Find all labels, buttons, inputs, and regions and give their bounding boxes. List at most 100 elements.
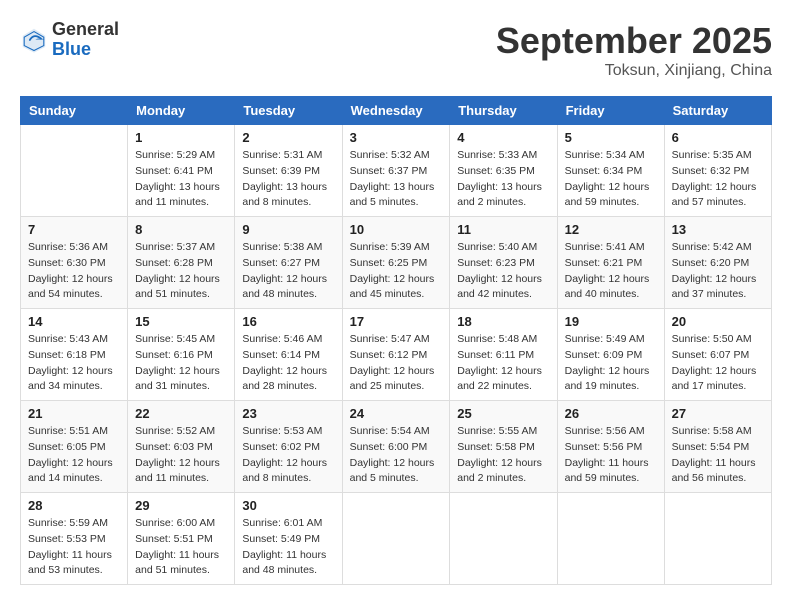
- calendar-table: Sunday Monday Tuesday Wednesday Thursday…: [20, 96, 772, 585]
- day-number: 29: [135, 498, 227, 513]
- calendar-cell: 16Sunrise: 5:46 AM Sunset: 6:14 PM Dayli…: [235, 309, 342, 401]
- day-info: Sunrise: 5:56 AM Sunset: 5:56 PM Dayligh…: [565, 424, 657, 487]
- calendar-cell: [342, 493, 450, 585]
- calendar-week-3: 14 Sunrise: 5:43 AM Sunset: 6:18 PM Dayli…: [21, 309, 772, 401]
- day-number: 21: [28, 406, 120, 421]
- logo-blue: Blue: [52, 40, 119, 60]
- day-info: Sunrise: 5:58 AM Sunset: 5:54 PM Dayligh…: [672, 424, 764, 487]
- header-tuesday: Tuesday: [235, 97, 342, 125]
- day-number: 13: [672, 222, 764, 237]
- day-number: 3: [350, 130, 443, 145]
- day-number: 17: [350, 314, 443, 329]
- day-info: Sunrise: 5:53 AM Sunset: 6:02 PM Dayligh…: [242, 424, 334, 487]
- calendar-cell: [21, 125, 128, 217]
- day-number: 25: [457, 406, 549, 421]
- calendar-cell: 6 Sunrise: 5:35 AM Sunset: 6:32 PM Daylig…: [664, 125, 771, 217]
- day-info: Sunrise: 5:51 AM Sunset: 6:05 PM Dayligh…: [28, 424, 120, 487]
- calendar-cell: [557, 493, 664, 585]
- day-info: Sunrise: 5:47 AM Sunset: 6:12 PM Dayligh…: [350, 332, 443, 395]
- day-info: Sunrise: 5:40 AM Sunset: 6:23 PM Dayligh…: [457, 240, 549, 303]
- calendar-week-1: 1 Sunrise: 5:29 AM Sunset: 6:41 PM Daylig…: [21, 125, 772, 217]
- calendar-cell: 19Sunrise: 5:49 AM Sunset: 6:09 PM Dayli…: [557, 309, 664, 401]
- day-info: Sunrise: 6:01 AM Sunset: 5:49 PM Dayligh…: [242, 516, 334, 579]
- calendar-cell: 30 Sunrise: 6:01 AM Sunset: 5:49 PM Dayli…: [235, 493, 342, 585]
- calendar-cell: 3 Sunrise: 5:32 AM Sunset: 6:37 PM Daylig…: [342, 125, 450, 217]
- calendar-cell: [664, 493, 771, 585]
- day-number: 15: [135, 314, 227, 329]
- calendar-cell: 25 Sunrise: 5:55 AM Sunset: 5:58 PM Dayli…: [450, 401, 557, 493]
- calendar-cell: 10 Sunrise: 5:39 AM Sunset: 6:25 PM Dayli…: [342, 217, 450, 309]
- day-info: Sunrise: 5:41 AM Sunset: 6:21 PM Dayligh…: [565, 240, 657, 303]
- calendar-cell: 29 Sunrise: 6:00 AM Sunset: 5:51 PM Dayli…: [128, 493, 235, 585]
- calendar-cell: 28 Sunrise: 5:59 AM Sunset: 5:53 PM Dayli…: [21, 493, 128, 585]
- day-number: 20: [672, 314, 764, 329]
- calendar-cell: 22Sunrise: 5:52 AM Sunset: 6:03 PM Dayli…: [128, 401, 235, 493]
- day-info: Sunrise: 5:39 AM Sunset: 6:25 PM Dayligh…: [350, 240, 443, 303]
- calendar-cell: 17 Sunrise: 5:47 AM Sunset: 6:12 PM Dayli…: [342, 309, 450, 401]
- day-number: 14: [28, 314, 120, 329]
- day-info: Sunrise: 5:55 AM Sunset: 5:58 PM Dayligh…: [457, 424, 549, 487]
- title-block: September 2025 Toksun, Xinjiang, China: [496, 20, 772, 80]
- day-info: Sunrise: 5:29 AM Sunset: 6:41 PM Dayligh…: [135, 148, 227, 211]
- day-info: Sunrise: 5:31 AM Sunset: 6:39 PM Dayligh…: [242, 148, 334, 211]
- calendar-cell: 13 Sunrise: 5:42 AM Sunset: 6:20 PM Dayli…: [664, 217, 771, 309]
- day-info: Sunrise: 5:48 AM Sunset: 6:11 PM Dayligh…: [457, 332, 549, 395]
- day-info: Sunrise: 5:34 AM Sunset: 6:34 PM Dayligh…: [565, 148, 657, 211]
- day-info: Sunrise: 5:43 AM Sunset: 6:18 PM Dayligh…: [28, 332, 120, 395]
- calendar-cell: 18 Sunrise: 5:48 AM Sunset: 6:11 PM Dayli…: [450, 309, 557, 401]
- day-info: Sunrise: 6:00 AM Sunset: 5:51 PM Dayligh…: [135, 516, 227, 579]
- day-info: Sunrise: 5:42 AM Sunset: 6:20 PM Dayligh…: [672, 240, 764, 303]
- calendar-cell: 5 Sunrise: 5:34 AM Sunset: 6:34 PM Daylig…: [557, 125, 664, 217]
- calendar-week-4: 21 Sunrise: 5:51 AM Sunset: 6:05 PM Dayli…: [21, 401, 772, 493]
- header-thursday: Thursday: [450, 97, 557, 125]
- day-number: 9: [242, 222, 334, 237]
- calendar-cell: 23 Sunrise: 5:53 AM Sunset: 6:02 PM Dayli…: [235, 401, 342, 493]
- day-number: 7: [28, 222, 120, 237]
- day-number: 1: [135, 130, 227, 145]
- calendar-header-row: Sunday Monday Tuesday Wednesday Thursday…: [21, 97, 772, 125]
- header-sunday: Sunday: [21, 97, 128, 125]
- calendar-cell: 24 Sunrise: 5:54 AM Sunset: 6:00 PM Dayli…: [342, 401, 450, 493]
- page-header: General Blue September 2025 Toksun, Xinj…: [20, 20, 772, 80]
- calendar-cell: 7 Sunrise: 5:36 AM Sunset: 6:30 PM Daylig…: [21, 217, 128, 309]
- day-number: 4: [457, 130, 549, 145]
- day-number: 30: [242, 498, 334, 513]
- day-number: 28: [28, 498, 120, 513]
- calendar-cell: 15Sunrise: 5:45 AM Sunset: 6:16 PM Dayli…: [128, 309, 235, 401]
- calendar-cell: 26 Sunrise: 5:56 AM Sunset: 5:56 PM Dayli…: [557, 401, 664, 493]
- day-info: Sunrise: 5:50 AM Sunset: 6:07 PM Dayligh…: [672, 332, 764, 395]
- logo-text: General Blue: [52, 20, 119, 60]
- day-info: Sunrise: 5:33 AM Sunset: 6:35 PM Dayligh…: [457, 148, 549, 211]
- calendar-cell: 8Sunrise: 5:37 AM Sunset: 6:28 PM Daylig…: [128, 217, 235, 309]
- day-number: 19: [565, 314, 657, 329]
- day-number: 8: [135, 222, 227, 237]
- logo: General Blue: [20, 20, 119, 60]
- day-number: 24: [350, 406, 443, 421]
- calendar-cell: [450, 493, 557, 585]
- header-friday: Friday: [557, 97, 664, 125]
- calendar-cell: 21 Sunrise: 5:51 AM Sunset: 6:05 PM Dayli…: [21, 401, 128, 493]
- day-number: 6: [672, 130, 764, 145]
- day-info: Sunrise: 5:59 AM Sunset: 5:53 PM Dayligh…: [28, 516, 120, 579]
- calendar-cell: 9 Sunrise: 5:38 AM Sunset: 6:27 PM Daylig…: [235, 217, 342, 309]
- day-number: 12: [565, 222, 657, 237]
- day-info: Sunrise: 5:52 AM Sunset: 6:03 PM Dayligh…: [135, 424, 227, 487]
- day-number: 18: [457, 314, 549, 329]
- day-number: 11: [457, 222, 549, 237]
- day-info: Sunrise: 5:36 AM Sunset: 6:30 PM Dayligh…: [28, 240, 120, 303]
- day-number: 10: [350, 222, 443, 237]
- calendar-cell: 4 Sunrise: 5:33 AM Sunset: 6:35 PM Daylig…: [450, 125, 557, 217]
- day-info: Sunrise: 5:54 AM Sunset: 6:00 PM Dayligh…: [350, 424, 443, 487]
- day-number: 23: [242, 406, 334, 421]
- day-info: Sunrise: 5:32 AM Sunset: 6:37 PM Dayligh…: [350, 148, 443, 211]
- calendar-cell: 1 Sunrise: 5:29 AM Sunset: 6:41 PM Daylig…: [128, 125, 235, 217]
- calendar-cell: 12 Sunrise: 5:41 AM Sunset: 6:21 PM Dayli…: [557, 217, 664, 309]
- day-number: 26: [565, 406, 657, 421]
- calendar-cell: 14 Sunrise: 5:43 AM Sunset: 6:18 PM Dayli…: [21, 309, 128, 401]
- day-info: Sunrise: 5:38 AM Sunset: 6:27 PM Dayligh…: [242, 240, 334, 303]
- calendar-cell: 27Sunrise: 5:58 AM Sunset: 5:54 PM Dayli…: [664, 401, 771, 493]
- calendar-week-5: 28 Sunrise: 5:59 AM Sunset: 5:53 PM Dayli…: [21, 493, 772, 585]
- day-number: 5: [565, 130, 657, 145]
- calendar-cell: 20 Sunrise: 5:50 AM Sunset: 6:07 PM Dayli…: [664, 309, 771, 401]
- day-info: Sunrise: 5:35 AM Sunset: 6:32 PM Dayligh…: [672, 148, 764, 211]
